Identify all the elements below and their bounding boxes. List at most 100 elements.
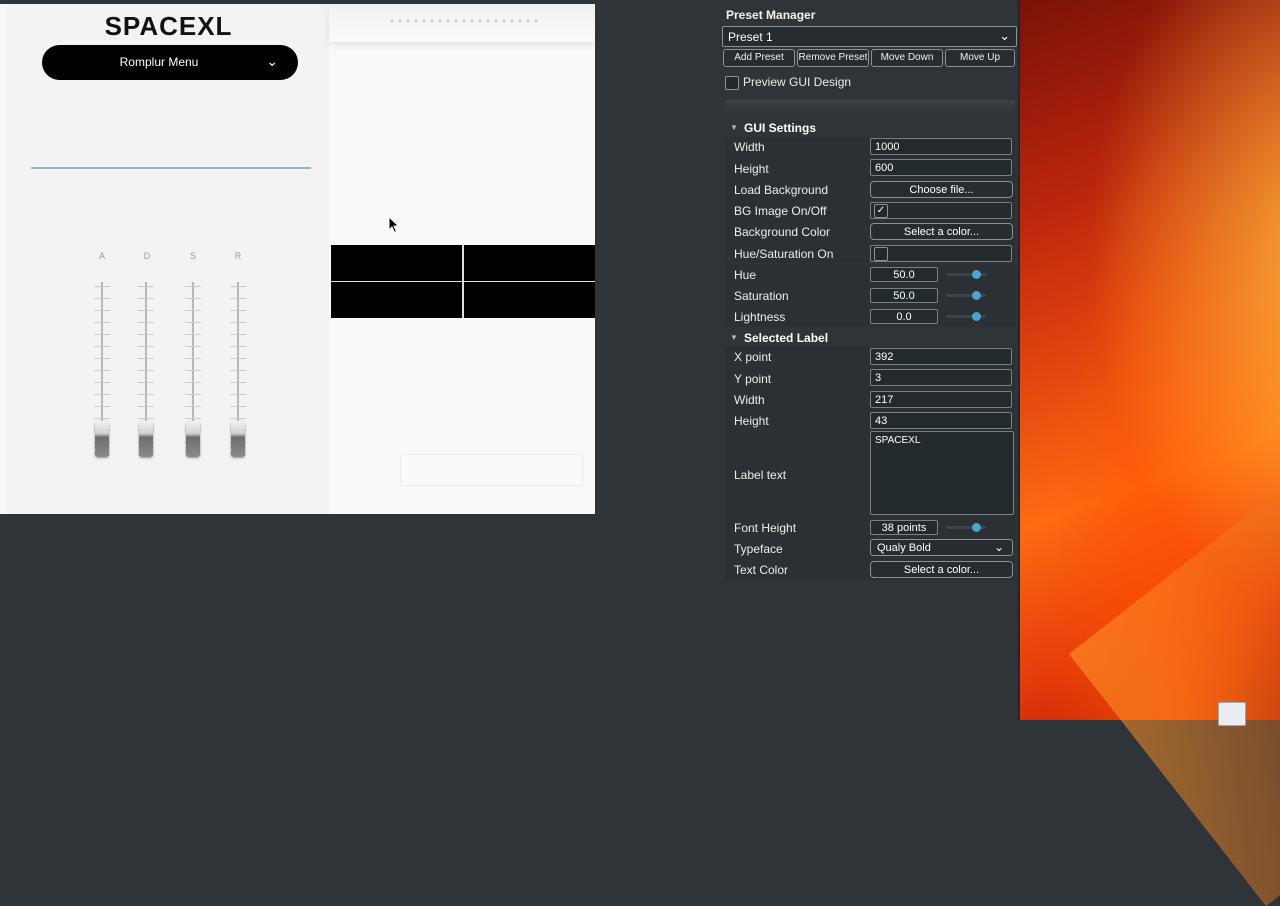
lightness-value[interactable]: 0.0	[870, 309, 938, 324]
fader-tick	[94, 406, 110, 407]
move-up-button[interactable]: Move Up	[945, 49, 1015, 67]
release-fader[interactable]	[223, 282, 253, 462]
label-text-area[interactable]: SPACEXL	[870, 431, 1014, 515]
fader-tick	[138, 322, 154, 323]
hue-value[interactable]: 50.0	[870, 267, 938, 282]
fader-handle[interactable]	[186, 421, 200, 457]
fader-tick	[94, 346, 110, 347]
fader-tick	[230, 286, 246, 287]
fader-tick	[230, 298, 246, 299]
selected-label-title[interactable]: Selected Label	[744, 331, 828, 345]
fader-tick	[138, 406, 154, 407]
fader-tick	[94, 358, 110, 359]
adsr-label-r: R	[234, 251, 242, 261]
window-divider	[1018, 0, 1020, 720]
fader-tick	[230, 322, 246, 323]
fader-tick	[185, 298, 201, 299]
fader-handle[interactable]	[231, 421, 245, 457]
label-text-label: Label text	[734, 468, 787, 482]
text-color-button[interactable]: Select a color...	[870, 561, 1013, 578]
fader-tick	[138, 346, 154, 347]
label-height-field[interactable]: 43	[870, 412, 1012, 429]
preset-manager-panel: Preset Manager Preset 1 ⌄ Add Preset Rem…	[720, 0, 1018, 720]
x-point-field[interactable]: 392	[870, 348, 1012, 365]
decay-fader[interactable]	[131, 282, 161, 462]
fader-tick	[94, 286, 110, 287]
width-field[interactable]: 1000	[870, 138, 1012, 155]
height-field[interactable]: 600	[870, 159, 1012, 176]
y-point-label: Y point	[734, 372, 772, 386]
fader-tick	[185, 286, 201, 287]
wallpaper-fold	[1069, 493, 1280, 906]
fader-tick	[138, 358, 154, 359]
collapse-triangle-icon[interactable]: ▼	[730, 333, 738, 342]
fader-tick	[185, 406, 201, 407]
fader-tick	[94, 298, 110, 299]
fader-tick	[230, 358, 246, 359]
preset-select[interactable]: Preset 1 ⌄	[722, 26, 1017, 47]
lightness-slider-handle[interactable]	[972, 312, 981, 321]
fader-tick	[94, 418, 110, 419]
fader-tick	[138, 394, 154, 395]
move-down-button[interactable]: Move Down	[871, 49, 943, 67]
mouse-cursor-icon	[388, 216, 400, 234]
fader-tick	[138, 382, 154, 383]
background-color-label: Background Color	[734, 225, 831, 239]
preview-left-panel	[10, 4, 329, 514]
add-preset-button[interactable]: Add Preset	[723, 49, 795, 67]
fader-tick	[230, 382, 246, 383]
chevron-down-icon: ⌄	[993, 540, 1004, 554]
fader-tick	[94, 394, 110, 395]
remove-preset-button[interactable]: Remove Preset	[797, 49, 869, 67]
label-width-field[interactable]: 217	[870, 391, 1012, 408]
typeface-select[interactable]: Qualy Bold ⌄	[870, 539, 1013, 556]
fader-tick	[94, 334, 110, 335]
preview-top-strip	[329, 4, 595, 42]
font-height-slider-handle[interactable]	[972, 523, 981, 532]
height-label: Height	[734, 162, 769, 176]
hue-slider-handle[interactable]	[972, 270, 981, 279]
fader-tick	[138, 298, 154, 299]
gui-preview-canvas[interactable]: SPACEXL Romplur Menu ⌄ A D S R	[0, 4, 595, 514]
x-point-label: X point	[734, 350, 772, 364]
fader-tick	[185, 370, 201, 371]
display-grid[interactable]	[331, 245, 595, 318]
romplur-menu-dropdown[interactable]: Romplur Menu ⌄	[42, 45, 298, 80]
saturation-slider-handle[interactable]	[972, 291, 981, 300]
fader-tick	[138, 286, 154, 287]
fader-tick	[138, 418, 154, 419]
menu-label: Romplur Menu	[119, 55, 199, 69]
collapse-triangle-icon[interactable]: ▼	[730, 123, 738, 132]
fader-handle[interactable]	[95, 421, 109, 457]
fader-tick	[94, 370, 110, 371]
chevron-down-icon: ⌄	[999, 28, 1010, 43]
sustain-fader[interactable]	[178, 282, 208, 462]
fader-tick	[185, 334, 201, 335]
gui-settings-title[interactable]: GUI Settings	[744, 121, 816, 135]
hue-label: Hue	[734, 268, 757, 282]
attack-fader[interactable]	[87, 282, 117, 462]
fader-tick	[138, 310, 154, 311]
empty-label-box[interactable]	[400, 454, 583, 486]
logo-label[interactable]: SPACEXL	[60, 11, 277, 45]
y-point-field[interactable]: 3	[870, 369, 1012, 386]
fader-tick	[185, 358, 201, 359]
preview-gui-checkbox[interactable]	[725, 76, 739, 90]
label-width-label: Width	[734, 393, 765, 407]
fader-tick	[94, 310, 110, 311]
adsr-label-d: D	[143, 251, 151, 261]
saturation-value[interactable]: 50.0	[870, 288, 938, 303]
hue-saturation-row-field	[870, 245, 1012, 262]
preview-gui-label: Preview GUI Design	[743, 75, 852, 89]
background-color-button[interactable]: Select a color...	[870, 223, 1013, 240]
fader-tick	[185, 394, 201, 395]
adsr-label-a: A	[98, 251, 105, 261]
bg-image-checkbox[interactable]: ✓	[874, 204, 888, 218]
font-height-label: Font Height	[734, 521, 797, 535]
font-height-value[interactable]: 38 points	[870, 520, 938, 535]
file-icon[interactable]	[1218, 702, 1246, 726]
lightness-label: Lightness	[734, 310, 786, 324]
hue-saturation-checkbox[interactable]	[874, 247, 888, 261]
fader-handle[interactable]	[139, 421, 153, 457]
choose-file-button[interactable]: Choose file...	[870, 181, 1013, 198]
